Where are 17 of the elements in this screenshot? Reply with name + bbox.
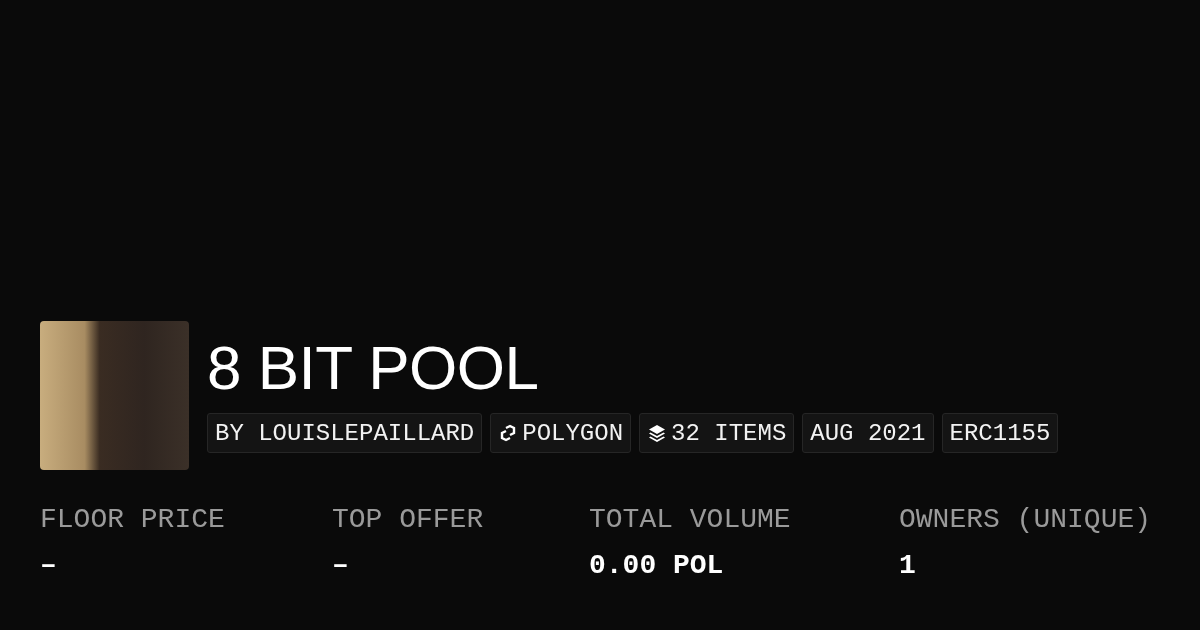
stat-value: – [40,550,58,582]
tag-text: ERC1155 [949,419,1051,447]
tag-text: POLYGON [522,419,624,447]
creator-tag[interactable]: BY LOUISLEPAILLARD [207,413,483,453]
stat-value: 0.00 POL [589,550,725,582]
layers-icon [647,423,668,443]
tag-text: BY LOUISLEPAILLARD [215,419,475,447]
stat-label: TOP OFFER [332,504,485,536]
stat-label: FLOOR PRICE [40,504,226,536]
info-tag[interactable]: POLYGON [490,413,632,453]
tag-text: AUG 2021 [810,419,926,447]
tag-text: 32 ITEMS [671,419,787,447]
stat-value: 1 [899,550,917,582]
stat-label: OWNERS (UNIQUE) [899,504,1153,536]
stat-value: – [332,550,350,582]
collection-title: 8 BIT POOL [207,332,540,404]
stat-label: TOTAL VOLUME [589,504,792,536]
